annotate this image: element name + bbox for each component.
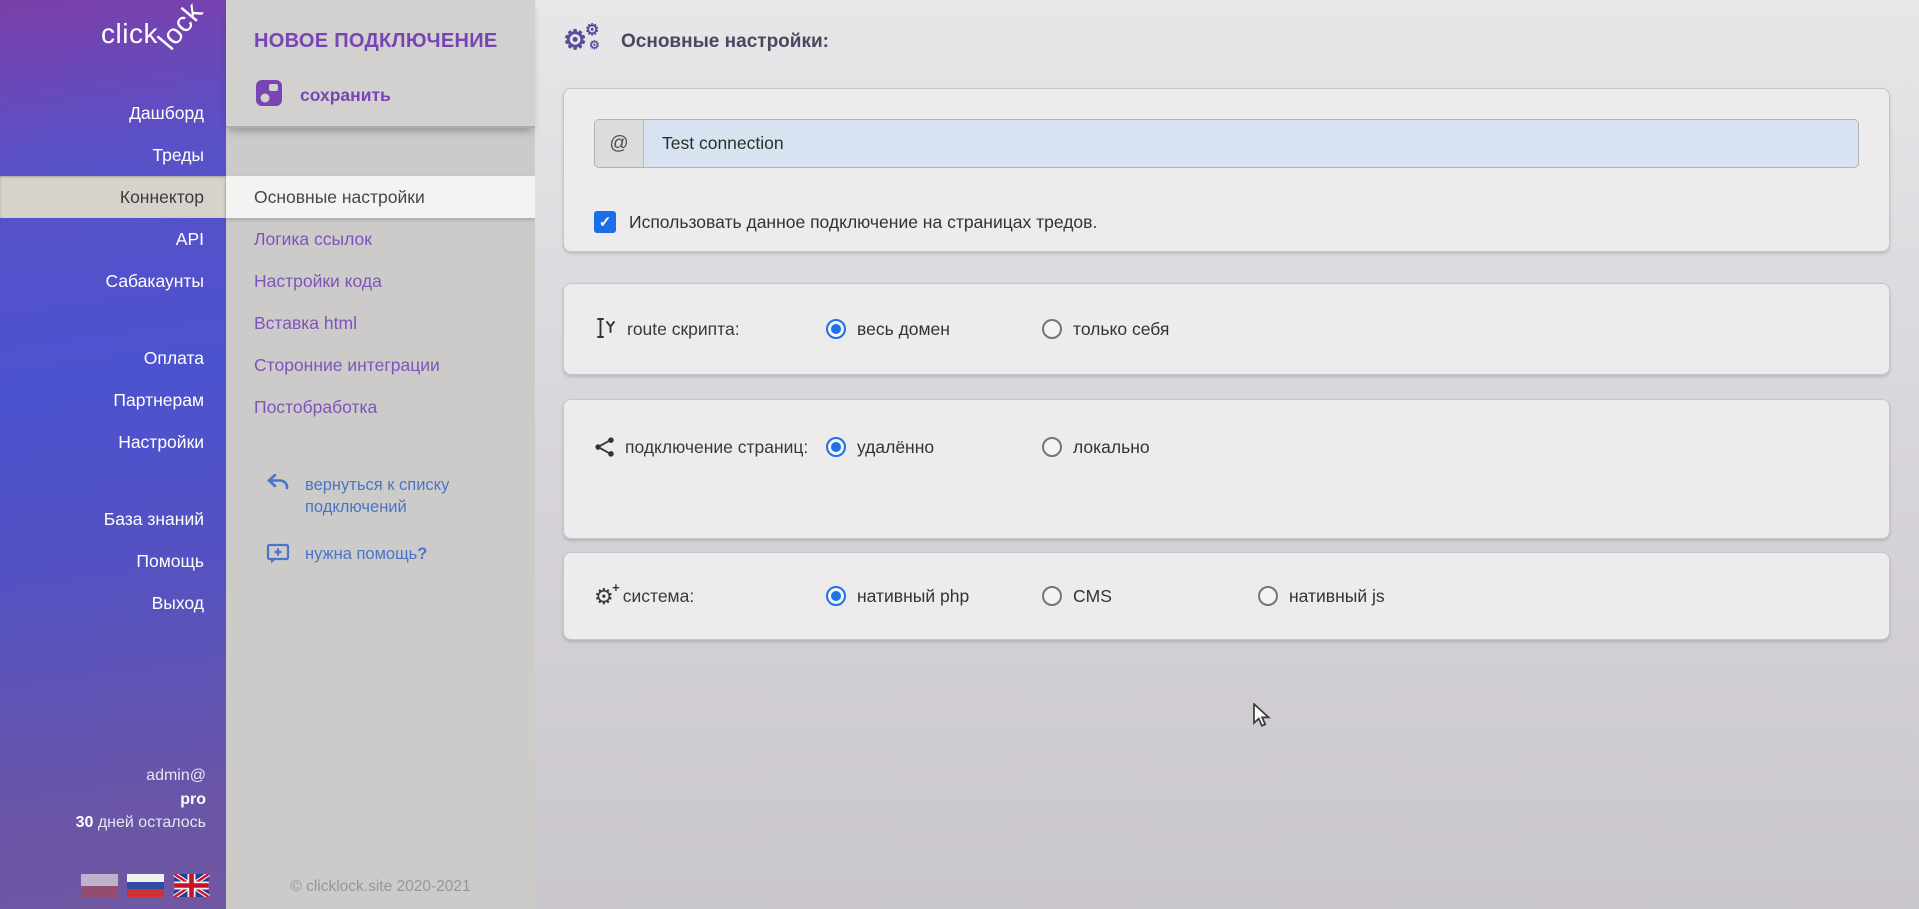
radio-only-self[interactable] [1042, 319, 1062, 339]
at-prefix-icon: @ [595, 120, 644, 167]
radio-option-local[interactable]: локально [1042, 434, 1258, 460]
page-connection-label: подключение страниц: [594, 434, 826, 465]
menu-item-link-logic[interactable]: Логика ссылок [226, 218, 535, 260]
radio-option-only-self[interactable]: только себя [1042, 316, 1258, 342]
menu-item-postprocessing[interactable]: Постобработка [226, 386, 535, 428]
page-connection-card: подключение страниц: удалённо локально [563, 399, 1890, 539]
sidebar-item-threads[interactable]: Треды [0, 134, 226, 176]
connection-name-input[interactable] [644, 120, 1858, 167]
page-title-row: ⚙⚙⚙ Основные настройки: [563, 24, 1891, 60]
need-help-link[interactable]: нужна помощь? [226, 543, 535, 570]
save-floppy-icon [254, 78, 284, 113]
uk-flag-icon[interactable] [173, 874, 210, 897]
poland-flag-icon[interactable] [81, 874, 118, 897]
settings-menu: Основные настройки Логика ссылок Настрой… [226, 176, 535, 428]
radio-option-native-php[interactable]: нативный php [826, 583, 1042, 609]
account-plan: pro [0, 788, 206, 811]
radio-native-js-label: нативный js [1289, 583, 1385, 609]
nav-group-misc: База знаний Помощь Выход [0, 498, 226, 624]
radio-whole-domain-label: весь домен [857, 316, 950, 342]
share-icon [594, 436, 616, 465]
route-scope-label: route скрипта: [594, 316, 826, 347]
use-on-threads-checkbox[interactable]: ✓ [594, 211, 616, 233]
main-sidebar: click lock Дашборд Треды Коннектор API С… [0, 0, 226, 909]
gear-plus-icon: ⚙+ [594, 586, 614, 608]
radio-whole-domain[interactable] [826, 319, 846, 339]
logo-text-lock: lock [152, 0, 210, 56]
nav-group-billing: Оплата Партнерам Настройки [0, 337, 226, 463]
sidebar-item-help[interactable]: Помощь [0, 540, 226, 582]
radio-cms-label: CMS [1073, 583, 1112, 609]
main-content: ⚙⚙⚙ Основные настройки: @ ✓ Использовать… [535, 0, 1919, 909]
page-title: Основные настройки: [621, 31, 829, 53]
radio-option-whole-domain[interactable]: весь домен [826, 316, 1042, 342]
sidebar-item-api[interactable]: API [0, 218, 226, 260]
russia-flag-icon[interactable] [127, 874, 164, 897]
panel-header: НОВОЕ ПОДКЛЮЧЕНИЕ сохранить [226, 0, 535, 128]
sidebar-item-partners[interactable]: Партнерам [0, 379, 226, 421]
radio-only-self-label: только себя [1073, 316, 1169, 342]
sidebar-item-dashboard[interactable]: Дашборд [0, 92, 226, 134]
radio-option-remote[interactable]: удалённо [826, 434, 1042, 460]
back-to-list-link[interactable]: вернуться к списку подключений [226, 474, 535, 519]
undo-arrow-icon [266, 474, 290, 497]
sidebar-item-settings[interactable]: Настройки [0, 421, 226, 463]
radio-remote-label: удалённо [857, 434, 934, 460]
sidebar-item-payment[interactable]: Оплата [0, 337, 226, 379]
radio-option-cms[interactable]: CMS [1042, 583, 1258, 609]
comment-plus-icon [266, 543, 290, 570]
clicklock-logo[interactable]: click lock [0, 0, 226, 66]
language-switcher [0, 834, 226, 909]
connection-name-group: @ [594, 119, 1859, 168]
account-info: admin@ pro 30 дней осталось [0, 764, 226, 834]
menu-item-html-insert[interactable]: Вставка html [226, 302, 535, 344]
menu-item-integrations[interactable]: Сторонние интеграции [226, 344, 535, 386]
panel-title: НОВОЕ ПОДКЛЮЧЕНИЕ [254, 30, 535, 53]
use-on-threads-row: ✓ Использовать данное подключение на стр… [594, 211, 1859, 233]
system-label: ⚙+система: [594, 583, 826, 609]
account-days-left: 30 дней осталось [0, 811, 206, 834]
use-on-threads-label: Использовать данное подключение на стран… [629, 212, 1097, 233]
radio-local-label: локально [1073, 434, 1150, 460]
route-icon [594, 316, 618, 347]
panel-links: вернуться к списку подключений нужна пом… [226, 474, 535, 594]
sidebar-item-connector[interactable]: Коннектор [0, 176, 226, 218]
radio-option-native-js[interactable]: нативный js [1258, 583, 1474, 609]
radio-native-js[interactable] [1258, 586, 1278, 606]
logo-text-click: click [101, 18, 158, 50]
back-to-list-label: вернуться к списку подключений [305, 474, 473, 519]
radio-native-php-label: нативный php [857, 583, 969, 609]
need-help-label: нужна помощь? [305, 543, 427, 565]
connection-name-card: @ ✓ Использовать данное подключение на с… [563, 88, 1890, 252]
route-scope-card: route скрипта: весь домен только себя [563, 283, 1890, 375]
radio-local[interactable] [1042, 437, 1062, 457]
gears-icon: ⚙⚙⚙ [563, 24, 605, 60]
radio-remote[interactable] [826, 437, 846, 457]
sidebar-item-knowledge-base[interactable]: База знаний [0, 498, 226, 540]
sidebar-item-subaccounts[interactable]: Сабакаунты [0, 260, 226, 302]
account-email: admin@ [0, 764, 206, 787]
radio-cms[interactable] [1042, 586, 1062, 606]
sidebar-item-logout[interactable]: Выход [0, 582, 226, 624]
nav-group-primary: Дашборд Треды Коннектор API Сабакаунты [0, 92, 226, 302]
save-button[interactable]: сохранить [254, 78, 535, 113]
radio-native-php[interactable] [826, 586, 846, 606]
system-card: ⚙+система: нативный php CMS нативный js [563, 552, 1890, 640]
menu-item-general-settings[interactable]: Основные настройки [226, 176, 535, 218]
menu-item-code-settings[interactable]: Настройки кода [226, 260, 535, 302]
connection-panel: НОВОЕ ПОДКЛЮЧЕНИЕ сохранить Основные нас… [226, 0, 535, 909]
save-button-label: сохранить [300, 85, 391, 106]
app-window: click lock Дашборд Треды Коннектор API С… [0, 0, 1919, 909]
copyright-footer: © clicklock.site 2020-2021 [226, 878, 535, 909]
sidebar-nav: Дашборд Треды Коннектор API Сабакаунты О… [0, 92, 226, 624]
